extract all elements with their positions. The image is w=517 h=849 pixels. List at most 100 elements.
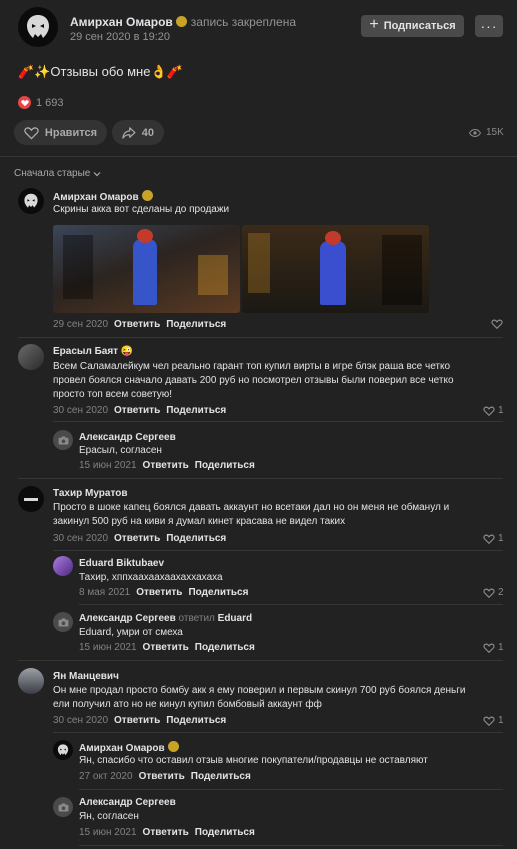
share-comment-button[interactable]: Поделиться (166, 319, 226, 330)
comment-text: закинул 500 руб на киви я думал кинет кр… (53, 516, 346, 527)
plus-icon: + (369, 16, 379, 33)
replied-to-name[interactable]: Eduard (218, 613, 252, 624)
comments-sort-dropdown[interactable]: Сначала старые (14, 168, 101, 179)
verified-badge-icon (175, 16, 187, 27)
comment-avatar[interactable] (18, 486, 44, 512)
share-comment-button[interactable]: Поделиться (195, 642, 255, 653)
comment-author[interactable]: Александр Сергеев (79, 432, 176, 443)
share-arrow-icon (122, 126, 136, 139)
game-side-panel (198, 255, 228, 295)
camera-icon (58, 435, 68, 445)
comment-like-button[interactable]: 2 (483, 587, 504, 598)
comment-author[interactable]: Ерасыл Баят 😜 (53, 346, 133, 357)
reply-button[interactable]: Ответить (139, 771, 185, 782)
reply-button[interactable]: Ответить (114, 405, 160, 416)
share-comment-button[interactable]: Поделиться (195, 827, 255, 838)
comment-author[interactable]: Амирхан Омаров (79, 741, 179, 754)
comment-avatar[interactable] (18, 188, 44, 214)
comment-avatar[interactable] (53, 430, 73, 450)
post-date[interactable]: 29 сен 2020 в 19:20 (70, 31, 170, 43)
subscribe-button[interactable]: + Подписаться (361, 15, 464, 37)
like-count: 1 (498, 715, 504, 726)
comment-author[interactable]: Eduard Biktubaev (79, 558, 164, 569)
author-avatar[interactable] (18, 7, 58, 47)
share-comment-button[interactable]: Поделиться (166, 533, 226, 544)
heart-icon (483, 406, 495, 416)
divider (53, 550, 503, 551)
screenshot-image[interactable] (242, 225, 429, 313)
bape-logo-icon (24, 193, 38, 208)
comment-avatar[interactable] (53, 797, 73, 817)
share-comment-button[interactable]: Поделиться (195, 460, 255, 471)
comment-avatar[interactable] (53, 556, 73, 576)
reply-button[interactable]: Ответить (143, 827, 189, 838)
share-comment-button[interactable]: Поделиться (166, 405, 226, 416)
share-button[interactable]: 40 (112, 120, 164, 145)
reactions-summary[interactable]: 1 693 (18, 96, 64, 109)
reply-button[interactable]: Ответить (114, 319, 160, 330)
comment-meta: 29 сен 2020 Ответить Поделиться (53, 319, 227, 330)
like-button[interactable]: Нравится (14, 120, 107, 145)
comment-author[interactable]: Амирхан Омаров (53, 190, 153, 203)
comment-like-button[interactable] (491, 319, 503, 329)
comment-like-button[interactable]: 1 (483, 533, 504, 544)
game-menu-panel (248, 233, 270, 293)
divider (79, 604, 503, 605)
comment-avatar[interactable] (18, 668, 44, 694)
more-options-button[interactable]: ··· (475, 15, 503, 37)
game-menu-panel (63, 235, 93, 299)
reply-button[interactable]: Ответить (136, 587, 182, 598)
views-counter: 15K (469, 127, 504, 138)
chevron-down-icon (93, 171, 101, 176)
comment-author[interactable]: Александр Сергеев (79, 797, 176, 808)
game-character-hair (325, 231, 341, 245)
reply-button[interactable]: Ответить (114, 715, 160, 726)
comment-avatar[interactable] (18, 344, 44, 370)
author-line: Амирхан Омаров запись закреплена (70, 15, 296, 29)
replied-label: ответил (178, 613, 215, 624)
post-text: 🧨✨Отзывы обо мне👌🧨 (18, 64, 183, 79)
heart-icon (491, 319, 503, 329)
game-character-hair (137, 229, 153, 243)
eye-icon (469, 128, 481, 137)
reply-button[interactable]: Ответить (143, 460, 189, 471)
divider (79, 789, 503, 790)
comment-like-button[interactable]: 1 (483, 405, 504, 416)
comment-avatar[interactable] (53, 740, 73, 760)
comment-avatar[interactable] (53, 612, 73, 632)
like-count: 1 (498, 405, 504, 416)
comment-meta: 15 июн 2021 Ответить Поделиться (79, 642, 255, 653)
comment-meta: 30 сен 2020 Ответить Поделиться (53, 715, 227, 726)
comment-meta: 8 мая 2021 Ответить Поделиться (79, 587, 249, 598)
share-comment-button[interactable]: Поделиться (191, 771, 251, 782)
screenshot-image[interactable] (53, 225, 240, 313)
heart-icon (483, 588, 495, 598)
game-character (133, 239, 157, 305)
reply-button[interactable]: Ответить (143, 642, 189, 653)
comment-author[interactable]: Тахир Муратов (53, 488, 127, 499)
camera-icon (58, 802, 68, 812)
divider (18, 337, 503, 338)
comment-text: Просто в шоке капец боялся давать аккаун… (53, 502, 450, 513)
comment-author[interactable]: Александр Сергеев ответил Eduard (79, 613, 252, 624)
comment-text: Скрины акка вот сделаны до продажи (53, 204, 230, 215)
bape-logo-icon (57, 744, 69, 756)
post-author-name[interactable]: Амирхан Омаров (70, 15, 173, 29)
comment-text: Всем Саламалейкум чел реально гарант топ… (53, 361, 451, 372)
comment-like-button[interactable]: 1 (483, 642, 504, 653)
share-count: 40 (141, 126, 154, 139)
views-count: 15K (486, 127, 504, 138)
game-character (320, 241, 346, 305)
comment-meta: 27 окт 2020 Ответить Поделиться (79, 771, 251, 782)
comment-meta: 15 июн 2021 Ответить Поделиться (79, 460, 255, 471)
reply-button[interactable]: Ответить (114, 533, 160, 544)
comment-author[interactable]: Ян Манцевич (53, 671, 119, 682)
comment-like-button[interactable]: 1 (483, 715, 504, 726)
heart-icon (483, 643, 495, 653)
share-comment-button[interactable]: Поделиться (166, 715, 226, 726)
subscribe-label: Подписаться (383, 20, 456, 32)
sort-label: Сначала старые (14, 168, 91, 179)
comment-meta: 15 июн 2021 Ответить Поделиться (79, 827, 255, 838)
share-comment-button[interactable]: Поделиться (188, 587, 248, 598)
divider (18, 660, 503, 661)
